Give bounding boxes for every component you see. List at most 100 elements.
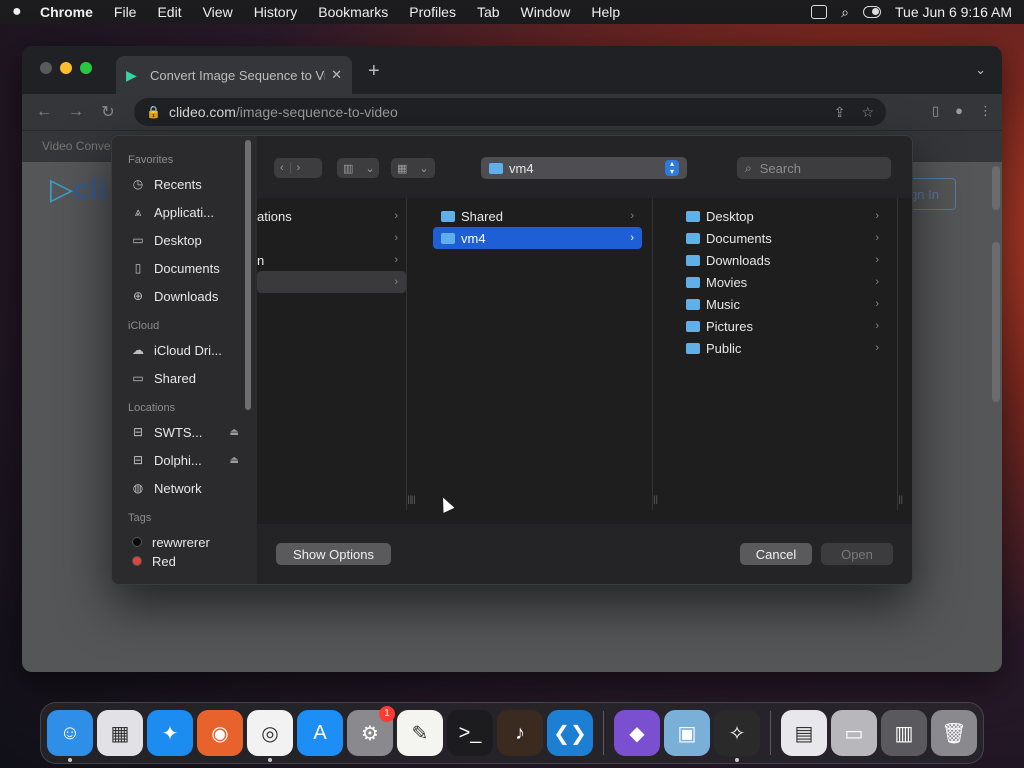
column-row[interactable]: n ›	[257, 249, 406, 271]
close-window-button[interactable]	[40, 62, 52, 74]
xcode-sim-icon[interactable]: ✧	[714, 710, 760, 762]
sidebar-item-tag[interactable]: rewwrerer	[112, 528, 257, 556]
show-options-button[interactable]: Show Options	[276, 543, 391, 565]
column-view-button[interactable]: ▥ ⌄	[337, 158, 379, 178]
instruments-icon[interactable]: ♪	[497, 710, 543, 756]
column-row-documents[interactable]: Documents ›	[678, 227, 887, 249]
column-row[interactable]: ›	[257, 227, 406, 249]
column-row-music[interactable]: Music ›	[678, 293, 887, 315]
spotlight-search-icon[interactable]: ⌕	[841, 4, 849, 21]
menu-app-name[interactable]: Chrome	[40, 4, 93, 20]
menu-clock[interactable]: Tue Jun 6 9:16 AM	[895, 4, 1012, 20]
vscode-icon[interactable]: ❮❯	[547, 710, 593, 756]
app-store-icon[interactable]: A	[297, 710, 343, 756]
column-resize-handle[interactable]: ||	[411, 494, 416, 504]
column-row-pictures[interactable]: Pictures ›	[678, 315, 887, 337]
folder-icon	[686, 276, 700, 288]
column-row-movies[interactable]: Movies ›	[678, 271, 887, 293]
column-row-desktop[interactable]: Desktop ›	[678, 205, 887, 227]
cancel-button[interactable]: Cancel	[740, 543, 812, 565]
share-icon[interactable]: ⇪	[834, 104, 846, 121]
apple-menu-icon[interactable]: ●	[12, 3, 40, 21]
sidebar-item-shared[interactable]: ▭ Shared	[112, 364, 257, 392]
eject-icon[interactable]: ⏏	[230, 427, 239, 438]
menu-history[interactable]: History	[254, 4, 298, 20]
menu-profiles[interactable]: Profiles	[409, 4, 456, 20]
screenshots-stack-icon[interactable]: ▥	[881, 710, 927, 756]
downloads-stack-icon[interactable]: ▤	[781, 710, 827, 756]
row-label: n	[257, 252, 265, 268]
dock-separator	[603, 711, 604, 755]
terminal-icon[interactable]: >_	[447, 710, 493, 756]
sidebar-item-documents[interactable]: ▯ Documents	[112, 254, 257, 282]
sidebar-item-downloads[interactable]: ⊕ Downloads	[112, 282, 257, 310]
column-row-downloads[interactable]: Downloads ›	[678, 249, 887, 271]
trash-icon[interactable]: 🗑	[931, 710, 977, 756]
profile-avatar-icon[interactable]: ●	[955, 103, 963, 119]
menu-view[interactable]: View	[203, 4, 233, 20]
chevron-down-icon[interactable]: ⌄	[975, 62, 986, 78]
forward-arrow-icon[interactable]: →	[60, 103, 92, 121]
search-icon: ⌕	[745, 160, 752, 175]
group-view-button[interactable]: ▦ ⌄	[391, 158, 435, 178]
page-scrollbar[interactable]	[992, 242, 1000, 402]
bookmark-item[interactable]: Video Conver	[42, 139, 115, 153]
sidebar-item-label: Documents	[154, 260, 220, 276]
sidebar-item-swts-drive[interactable]: ⊟ SWTS... ⏏	[112, 418, 257, 446]
sidebar-item-tag[interactable]: Red	[112, 556, 257, 566]
menu-tab[interactable]: Tab	[477, 4, 500, 20]
documents-stack-icon[interactable]: ▭	[831, 710, 877, 756]
page-scrollbar-top[interactable]	[992, 166, 1000, 210]
back-chevron-icon[interactable]: ‹	[274, 162, 290, 174]
browser-tab[interactable]: ▶ Convert Image Sequence to Vi ✕	[116, 56, 352, 94]
launchpad-icon[interactable]: ▦	[97, 710, 143, 756]
minimize-window-button[interactable]	[60, 62, 72, 74]
chrome-icon[interactable]: ◎	[247, 710, 293, 762]
safari-icon[interactable]: ✦	[147, 710, 193, 756]
new-tab-button[interactable]: +	[368, 60, 380, 83]
column-row[interactable]: ations ›	[257, 205, 406, 227]
menu-edit[interactable]: Edit	[157, 4, 181, 20]
menu-file[interactable]: File	[114, 4, 137, 20]
sidebar-scrollbar[interactable]	[245, 140, 251, 410]
more-menu-icon[interactable]: ⋮	[979, 103, 992, 119]
bookmark-star-icon[interactable]: ☆	[861, 104, 874, 121]
address-bar[interactable]: 🔒 clideo.com /image-sequence-to-video ⇪ …	[134, 98, 886, 126]
lock-icon[interactable]: 🔒	[146, 105, 161, 119]
finder-icon[interactable]: ☺	[47, 710, 93, 762]
menu-help[interactable]: Help	[591, 4, 620, 20]
search-input[interactable]: ⌕ Search	[737, 157, 891, 179]
textedit-icon[interactable]: ✎	[397, 710, 443, 756]
system-settings-icon[interactable]: ⚙ 1	[347, 706, 395, 756]
location-popup[interactable]: vm4 ▴ ▾	[481, 157, 687, 179]
sidebar-item-dolphin-drive[interactable]: ⊟ Dolphi... ⏏	[112, 446, 257, 474]
column-resize-handle[interactable]: ||	[898, 494, 903, 504]
chevron-right-icon: ›	[394, 232, 398, 244]
zoom-window-button[interactable]	[80, 62, 92, 74]
open-button[interactable]: Open	[821, 543, 893, 565]
sidebar-item-desktop[interactable]: ▭ Desktop	[112, 226, 257, 254]
sidebar-item-recents[interactable]: ◷ Recents	[112, 170, 257, 198]
sidebar-item-icloud-drive[interactable]: ☁ iCloud Dri...	[112, 336, 257, 364]
screen-mirroring-icon[interactable]	[811, 5, 828, 19]
back-arrow-icon[interactable]: ←	[28, 103, 60, 121]
column-row-shared[interactable]: Shared ›	[433, 205, 642, 227]
firefox-icon[interactable]: ◉	[197, 710, 243, 756]
preview-icon[interactable]: ▣	[664, 710, 710, 756]
url-host: clideo.com	[168, 104, 236, 120]
sidebar-item-applications[interactable]: ⩓ Applicati...	[112, 198, 257, 226]
column-row-selected-parent[interactable]: ›	[257, 271, 406, 293]
column-row-public[interactable]: Public ›	[678, 337, 887, 359]
reload-icon[interactable]: ↻	[92, 102, 124, 122]
sidebar-item-network[interactable]: ◍ Network	[112, 474, 257, 502]
column-resize-handle[interactable]: ||	[653, 494, 658, 504]
tab-close-icon[interactable]: ✕	[331, 67, 342, 83]
forward-chevron-icon[interactable]: ›	[289, 162, 307, 174]
eject-icon[interactable]: ⏏	[230, 455, 239, 466]
column-row-vm4[interactable]: vm4 ›	[433, 227, 642, 249]
visual-studio-icon[interactable]: ◆	[614, 710, 660, 756]
side-panel-icon[interactable]: ▯	[932, 103, 939, 119]
menu-bookmarks[interactable]: Bookmarks	[318, 4, 388, 20]
menu-window[interactable]: Window	[521, 4, 571, 20]
control-center-icon[interactable]	[863, 6, 881, 18]
